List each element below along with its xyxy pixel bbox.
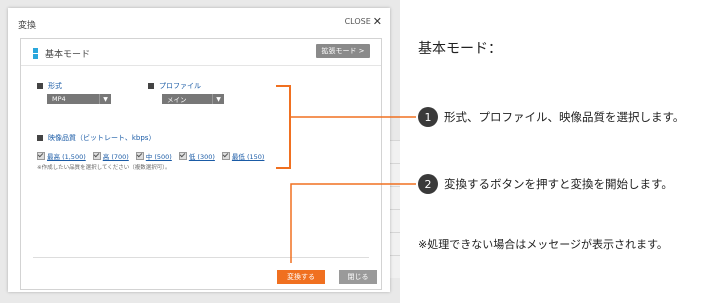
step-2-text: 変換するボタンを押すと変換を開始します。 [444,177,673,191]
bracket-line [276,85,291,169]
step-1: 1 形式、プロファイル、映像品質を選択します。 [418,107,684,127]
callout-lines [276,85,416,263]
step-number-badge: 2 [418,174,438,194]
step-2: 2 変換するボタンを押すと変換を開始します。 [418,174,673,194]
callout-line-2 [290,183,416,263]
error-note: ※処理できない場合はメッセージが表示されます。 [418,238,668,251]
step-1-text: 形式、プロファイル、映像品質を選択します。 [444,110,685,124]
headline: 基本モード： [418,41,502,57]
step-number-badge: 1 [418,107,438,127]
